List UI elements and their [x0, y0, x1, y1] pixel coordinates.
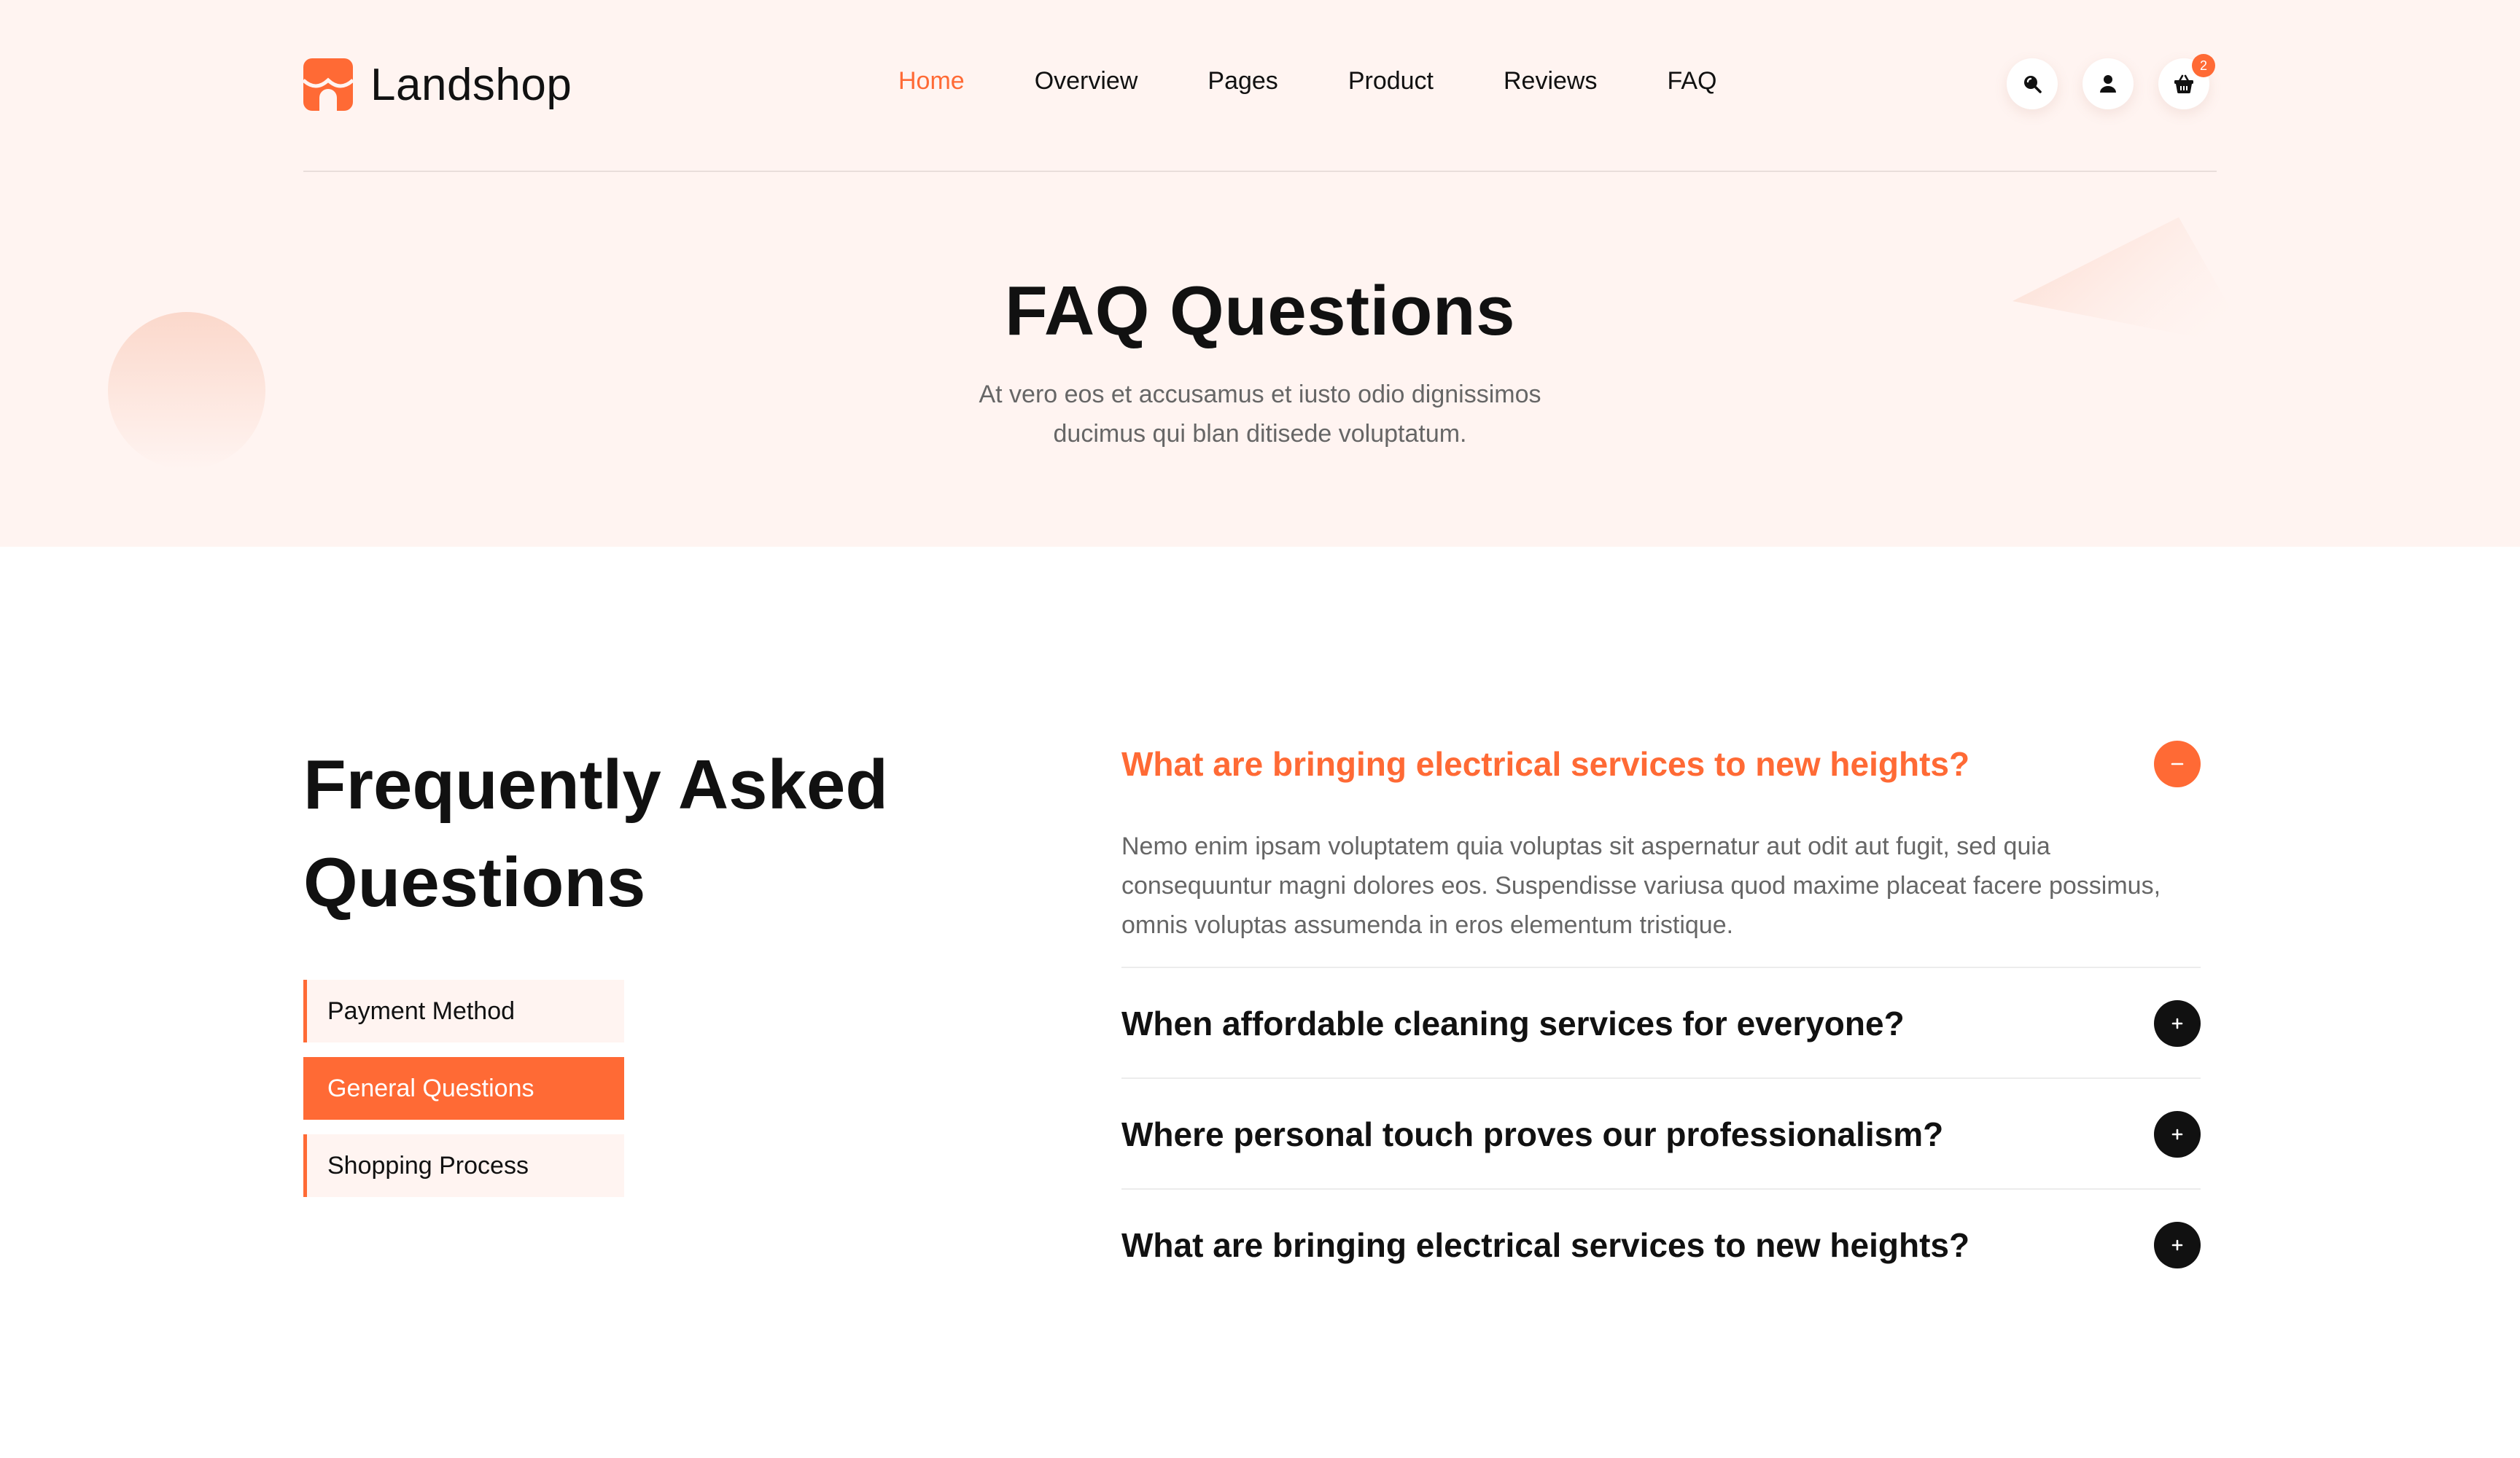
subtitle-line-2: ducimus qui blan ditisede voluptatum. [1053, 420, 1467, 448]
faq-question-header[interactable]: What are bringing electrical services to… [1121, 1190, 2201, 1301]
nav-item-overview[interactable]: Overview [1035, 67, 1138, 95]
faq-heading-line-2: Questions [303, 843, 646, 921]
expand-toggle[interactable] [2154, 1111, 2201, 1158]
faq-accordion: What are bringing electrical services to… [1121, 729, 2201, 1301]
faq-question-header[interactable]: When affordable cleaning services for ev… [1121, 968, 2201, 1079]
faq-question: What are bringing electrical services to… [1121, 1226, 1970, 1264]
faq-answer: Nemo enim ipsam voluptatem quia voluptas… [1121, 833, 2161, 939]
nav-item-reviews[interactable]: Reviews [1504, 67, 1597, 95]
faq-question: Where personal touch proves our professi… [1121, 1115, 1944, 1153]
shop-logo-icon [303, 58, 353, 111]
subtitle-line-1: At vero eos et accusamus et iusto odio d… [979, 381, 1541, 408]
search-icon [2024, 76, 2042, 93]
hero-section: Landshop Home Overview Pages Product Rev… [0, 0, 2520, 547]
cart-count-badge: 2 [2192, 54, 2215, 77]
header-actions: 2 [2007, 54, 2215, 109]
faq-question: What are bringing electrical services to… [1121, 745, 1970, 783]
faq-item: What are bringing electrical services to… [1121, 1190, 2201, 1301]
plus-icon [2171, 1128, 2183, 1140]
user-icon [2100, 75, 2116, 93]
basket-icon [2174, 74, 2193, 93]
faq-categories: Payment Method General Questions Shoppin… [303, 980, 624, 1197]
faq-heading-line-1: Frequently Asked [303, 746, 888, 824]
plus-icon [2171, 1018, 2183, 1029]
search-button[interactable] [2007, 58, 2058, 109]
nav-item-pages[interactable]: Pages [1208, 67, 1278, 95]
account-button[interactable] [2082, 58, 2134, 109]
expand-toggle[interactable] [2154, 1000, 2201, 1047]
faq-heading: Frequently Asked Questions [303, 736, 960, 932]
expand-toggle[interactable] [2154, 1222, 2201, 1268]
category-shopping-process[interactable]: Shopping Process [303, 1134, 624, 1197]
faq-item: When affordable cleaning services for ev… [1121, 968, 2201, 1079]
page-subtitle: At vero eos et accusamus et iusto odio d… [932, 375, 1588, 453]
category-general-questions[interactable]: General Questions [303, 1057, 624, 1120]
minus-icon [2171, 763, 2184, 765]
faq-question-header[interactable]: Where personal touch proves our professi… [1121, 1079, 2201, 1190]
faq-item: What are bringing electrical services to… [1121, 729, 2201, 968]
page-title: FAQ Questions [1005, 272, 1515, 350]
faq-question: When affordable cleaning services for ev… [1121, 1005, 1905, 1042]
faq-question-header[interactable]: What are bringing electrical services to… [1121, 729, 2201, 799]
cart-button[interactable]: 2 [2158, 54, 2215, 109]
plus-icon [2171, 1239, 2183, 1251]
faq-item: Where personal touch proves our professi… [1121, 1079, 2201, 1190]
category-payment-method[interactable]: Payment Method [303, 980, 624, 1042]
nav-item-product[interactable]: Product [1348, 67, 1434, 95]
nav-item-home[interactable]: Home [898, 67, 965, 95]
nav-item-faq[interactable]: FAQ [1667, 67, 1716, 95]
site-header: Landshop Home Overview Pages Product Rev… [303, 0, 2217, 172]
brand-name: Landshop [370, 59, 572, 110]
collapse-toggle[interactable] [2154, 741, 2201, 787]
main-nav: Home Overview Pages Product Reviews FAQ [898, 67, 1717, 95]
logo[interactable]: Landshop [303, 58, 572, 111]
